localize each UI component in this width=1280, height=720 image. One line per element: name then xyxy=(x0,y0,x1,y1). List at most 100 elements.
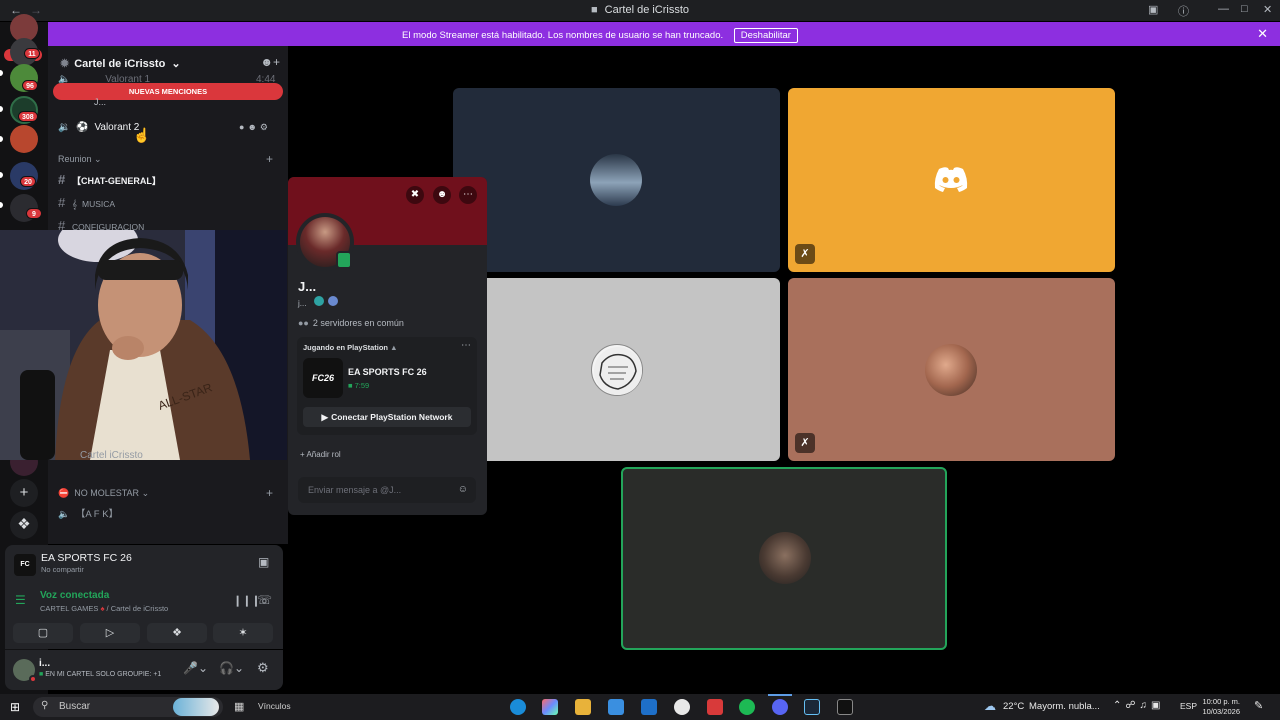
camera-off-button[interactable]: ▢ xyxy=(13,623,73,643)
file-explorer-icon[interactable] xyxy=(575,699,591,715)
server-badge-icon xyxy=(327,296,338,306)
steam-icon[interactable] xyxy=(804,699,820,715)
participant-tile[interactable]: ✗ xyxy=(788,278,1115,461)
edge-icon[interactable] xyxy=(510,699,526,715)
voice-channel-afk[interactable]: 🔈 【A F K】 xyxy=(58,506,118,520)
unread-pip xyxy=(0,106,3,112)
microphone-icon[interactable]: 🎤⌄ xyxy=(183,661,208,675)
muted-mic-icon: ✗ xyxy=(795,244,815,264)
dnd-status-dot xyxy=(29,675,37,683)
discord-taskbar-icon[interactable] xyxy=(772,699,788,715)
maximize-icon[interactable]: □ xyxy=(1241,3,1248,15)
active-app-indicator xyxy=(768,694,792,696)
add-channel-icon[interactable]: + xyxy=(266,152,273,166)
server-icon[interactable] xyxy=(10,125,38,153)
channel-actions[interactable]: ●☻⚙ xyxy=(239,122,271,133)
participant-tile[interactable]: ✗ xyxy=(788,88,1115,272)
voice-location[interactable]: CARTEL GAMES ♠ / Cartel de iCrissto xyxy=(40,604,168,613)
mutual-servers[interactable]: ●● 2 servidores en común xyxy=(298,318,404,328)
weather-description[interactable]: Mayorm. nubla... xyxy=(1029,701,1100,712)
windows-start-icon[interactable]: ⊞ xyxy=(10,700,20,714)
explore-servers-icon[interactable]: ❖ xyxy=(10,511,38,539)
close-window-icon[interactable]: ✕ xyxy=(1263,3,1272,16)
participant-avatar xyxy=(591,344,643,396)
outlook-icon[interactable] xyxy=(641,699,657,715)
partial-member-name[interactable]: Cartel iCrissto xyxy=(80,450,143,461)
ea-fc-taskbar-icon[interactable] xyxy=(837,699,853,715)
stream-game-icon[interactable]: ▣ xyxy=(258,555,269,569)
input-language[interactable]: ESP xyxy=(1180,701,1197,711)
add-friend-icon[interactable]: ☻ xyxy=(433,186,451,204)
ea-fc-logo-icon: FC26 xyxy=(303,358,343,398)
playstation-icon: ▶ xyxy=(321,412,329,422)
text-channel-chat-general[interactable]: # 【CHAT-GENERAL】 xyxy=(58,172,161,187)
activity-options-icon[interactable]: ⋯ xyxy=(461,340,471,351)
taskbar-search[interactable]: ⚲ Buscar xyxy=(33,697,223,717)
add-server-icon[interactable]: + xyxy=(10,479,38,507)
participant-avatar xyxy=(925,344,977,396)
manga-avatar-image xyxy=(594,347,642,395)
game-launcher-icon[interactable] xyxy=(707,699,723,715)
game-logo-icon: FC xyxy=(14,554,36,576)
streamer-webcam-overlay: ALL-STAR xyxy=(0,230,287,460)
minimize-icon[interactable]: — xyxy=(1218,3,1229,15)
more-options-icon[interactable]: ⋯ xyxy=(459,186,477,204)
close-banner-icon[interactable]: ✕ xyxy=(1257,26,1268,42)
activity-game-name: EA SPORTS FC 26 xyxy=(348,367,427,377)
weather-temp[interactable]: 22°C xyxy=(1003,701,1024,712)
add-role-button[interactable]: + Añadir rol xyxy=(300,450,341,459)
screen-share-icon[interactable]: ▣ xyxy=(1148,3,1158,16)
hash-icon: # xyxy=(58,172,66,187)
user-settings-icon[interactable]: ⚙ xyxy=(257,660,269,676)
activities-button[interactable]: ❖ xyxy=(147,623,207,643)
server-name[interactable]: ✹ Cartel de iCrissto ⌄ xyxy=(60,57,181,70)
controller-icon: ■ xyxy=(348,381,353,390)
game-controller-icon[interactable]: ✖ xyxy=(406,186,424,204)
voice-channel-valorant-2[interactable]: 🔉 ⚽ Valorant 2 ●☻⚙ xyxy=(58,122,283,133)
add-channel-icon[interactable]: + xyxy=(266,486,273,500)
headphones-icon[interactable]: 🎧⌄ xyxy=(219,661,244,675)
hash-icon: # xyxy=(58,195,66,210)
add-member-icon[interactable]: ☻+ xyxy=(260,55,280,69)
participant-tile[interactable] xyxy=(453,278,780,461)
unread-pip xyxy=(0,202,3,208)
direct-message-input[interactable]: Enviar mensaje a @J... ☺ xyxy=(298,477,476,503)
taskbar-links[interactable]: Vínculos xyxy=(258,701,291,711)
category-reunion[interactable]: Reunion ⌄ + xyxy=(58,152,278,166)
obs-icon[interactable] xyxy=(674,699,690,715)
activity-share-status: No compartir xyxy=(41,565,84,574)
user-panel: i... ■ EN MI CARTEL SOLO GROUPIE: +1 🎤⌄ … xyxy=(5,650,283,690)
voice-status[interactable]: Voz conectada xyxy=(40,590,109,601)
playing-header: Jugando en PlayStation ▲ xyxy=(303,343,398,352)
participant-tile[interactable] xyxy=(453,88,780,272)
speaker-icon: 🔈 xyxy=(58,509,70,520)
system-tray-icons[interactable]: ⌃☍♫▣ xyxy=(1113,700,1164,711)
soundboard-button[interactable]: ✶ xyxy=(213,623,273,643)
unread-pip xyxy=(0,70,3,76)
text-channel-musica[interactable]: # 𝄞 MUSICA xyxy=(58,195,115,210)
disable-streamer-button[interactable]: Deshabilitar xyxy=(733,28,798,43)
new-mentions-pill[interactable]: NUEVAS MENCIONES xyxy=(53,83,283,100)
disconnect-icon[interactable]: ☏ xyxy=(257,593,272,607)
clock-time[interactable]: 10:00 p. m. xyxy=(1202,697,1240,706)
task-view-icon[interactable]: ▦ xyxy=(234,700,244,713)
notifications-icon[interactable]: ✎ xyxy=(1254,699,1263,712)
voice-member[interactable]: J... xyxy=(94,97,106,107)
clock-date[interactable]: 10/03/2026 xyxy=(1202,707,1240,716)
connect-psn-button[interactable]: ▶ Conectar PlayStation Network xyxy=(303,407,471,427)
copilot-icon[interactable] xyxy=(542,699,558,715)
unread-badge: 11 xyxy=(24,48,40,59)
profile-username: j... xyxy=(298,296,338,308)
help-icon[interactable]: ⓘ xyxy=(1178,3,1189,19)
user-profile-popout: ✖ ☻ ⋯ J... j... ●● 2 servidores en común … xyxy=(288,177,487,515)
spotify-icon[interactable] xyxy=(739,699,755,715)
search-highlight-image xyxy=(173,698,219,716)
emoji-icon[interactable]: ☺ xyxy=(458,484,468,495)
username[interactable]: i... xyxy=(39,658,50,669)
windows-taskbar: ⊞ ⚲ Buscar ▦ Vínculos ☁ 22°C Mayorm. nub… xyxy=(0,694,1280,720)
share-screen-button[interactable]: ▷ xyxy=(80,623,140,643)
category-no-molestar[interactable]: ⛔ NO MOLESTAR ⌄ + xyxy=(58,486,278,500)
signal-icon: ☰ xyxy=(15,593,26,607)
participant-tile-speaking[interactable] xyxy=(621,467,947,650)
store-icon[interactable] xyxy=(608,699,624,715)
